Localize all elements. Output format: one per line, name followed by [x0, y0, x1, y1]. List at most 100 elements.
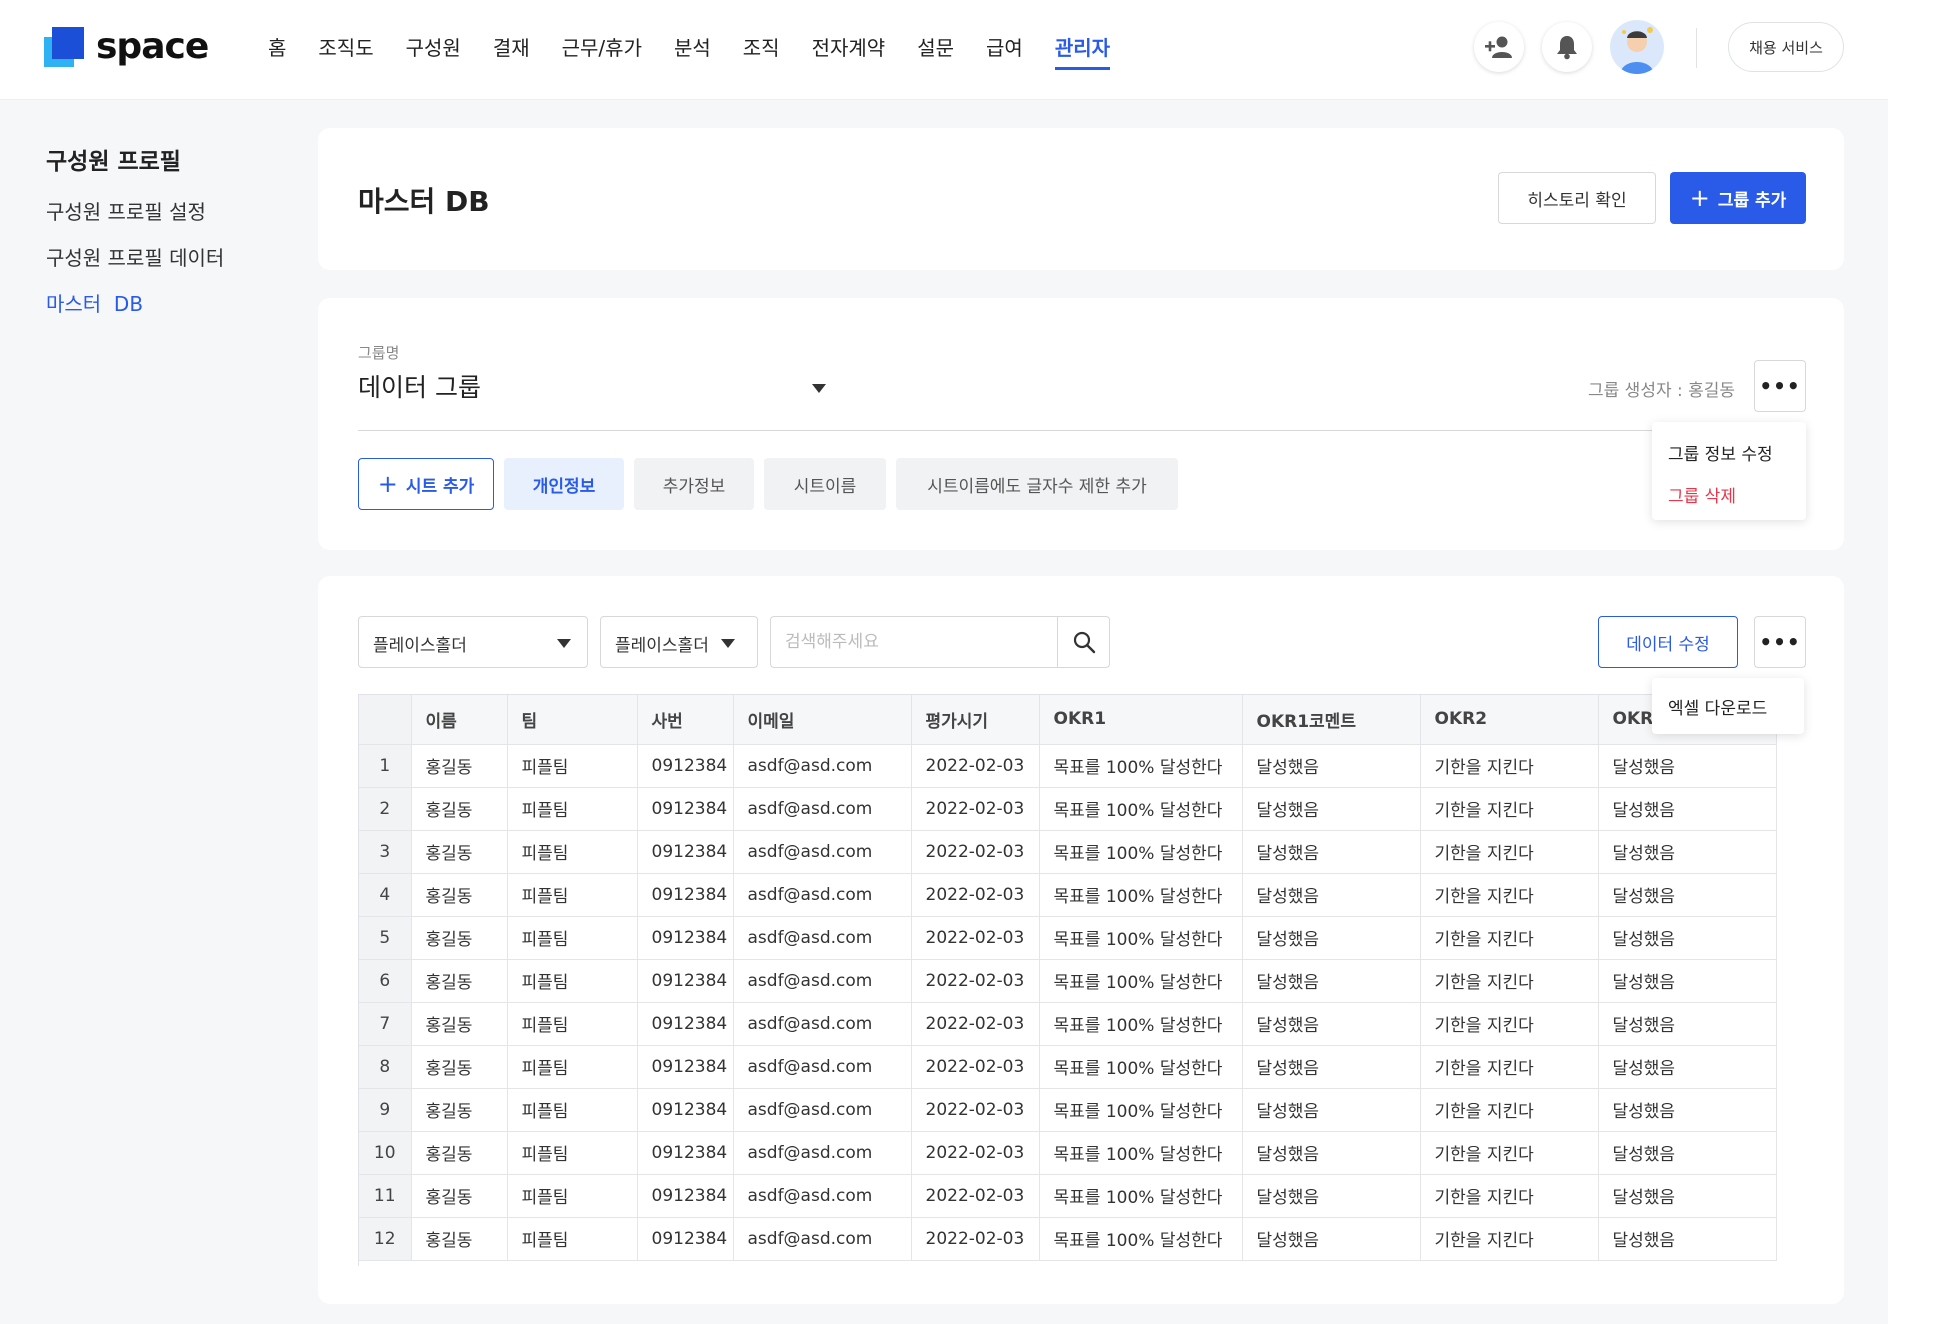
column-header[interactable]: 이름	[411, 695, 508, 745]
table-cell[interactable]: 달성했음	[1242, 1174, 1421, 1218]
table-cell[interactable]: 기한을 지킨다	[1420, 1088, 1599, 1132]
table-cell[interactable]: 달성했음	[1598, 916, 1777, 960]
table-cell[interactable]: 피플팀	[507, 1174, 638, 1218]
table-cell[interactable]: 2022-02-03	[911, 1088, 1040, 1132]
table-cell[interactable]: 달성했음	[1242, 1217, 1421, 1261]
table-cell[interactable]: 달성했음	[1598, 1131, 1777, 1175]
table-cell[interactable]: 달성했음	[1242, 744, 1421, 788]
table-cell[interactable]: 피플팀	[507, 787, 638, 831]
table-cell[interactable]: 0912384	[637, 1174, 734, 1218]
add-user-button[interactable]	[1474, 22, 1524, 72]
table-cell[interactable]: 0912384	[637, 1002, 734, 1046]
table-cell[interactable]: 0912384	[637, 916, 734, 960]
edit-data-button[interactable]: 데이터 수정	[1598, 616, 1738, 668]
table-cell[interactable]: 달성했음	[1598, 1045, 1777, 1089]
table-cell[interactable]: 목표를 100% 달성한다	[1039, 1217, 1243, 1261]
table-cell[interactable]: 홍길동	[411, 1002, 508, 1046]
table-cell[interactable]: 달성했음	[1242, 916, 1421, 960]
table-cell[interactable]: 홍길동	[411, 1131, 508, 1175]
column-header[interactable]: 이메일	[733, 695, 912, 745]
sidebar-item-profile-data[interactable]: 구성원 프로필 데이터	[46, 242, 224, 271]
table-cell[interactable]: 0912384	[637, 959, 734, 1003]
table-cell[interactable]: 2022-02-03	[911, 744, 1040, 788]
table-cell[interactable]: 달성했음	[1242, 1131, 1421, 1175]
table-cell[interactable]: 홍길동	[411, 916, 508, 960]
table-cell[interactable]: 달성했음	[1598, 830, 1777, 874]
table-cell[interactable]: 피플팀	[507, 916, 638, 960]
nav-item-members[interactable]: 구성원	[406, 32, 461, 70]
nav-item-survey[interactable]: 설문	[917, 32, 954, 70]
table-cell[interactable]: 기한을 지킨다	[1420, 959, 1599, 1003]
history-button[interactable]: 히스토리 확인	[1498, 172, 1656, 224]
table-cell[interactable]: 달성했음	[1598, 1088, 1777, 1132]
table-cell[interactable]: asdf@asd.com	[733, 1045, 912, 1089]
table-cell[interactable]: 피플팀	[507, 1088, 638, 1132]
sidebar-item-master-db[interactable]: 마스터 DB	[46, 288, 143, 317]
table-cell[interactable]: 달성했음	[1242, 1045, 1421, 1089]
table-cell[interactable]: 0912384	[637, 1131, 734, 1175]
filter-select-1[interactable]: 플레이스홀더	[358, 616, 588, 668]
nav-item-approval[interactable]: 결재	[493, 32, 530, 70]
nav-item-org-chart[interactable]: 조직도	[318, 32, 373, 70]
table-cell[interactable]: 달성했음	[1242, 873, 1421, 917]
table-cell[interactable]: 0912384	[637, 787, 734, 831]
table-cell[interactable]: asdf@asd.com	[733, 787, 912, 831]
table-cell[interactable]: 달성했음	[1598, 744, 1777, 788]
table-cell[interactable]: 기한을 지킨다	[1420, 873, 1599, 917]
table-cell[interactable]: 피플팀	[507, 830, 638, 874]
tab-personal-info[interactable]: 개인정보	[504, 458, 624, 510]
table-cell[interactable]: 기한을 지킨다	[1420, 1131, 1599, 1175]
table-cell[interactable]: 달성했음	[1242, 830, 1421, 874]
table-cell[interactable]: 피플팀	[507, 873, 638, 917]
table-cell[interactable]: 달성했음	[1598, 787, 1777, 831]
table-cell[interactable]: 달성했음	[1598, 873, 1777, 917]
table-cell[interactable]: 2022-02-03	[911, 1174, 1040, 1218]
table-cell[interactable]: asdf@asd.com	[733, 830, 912, 874]
nav-item-payroll[interactable]: 급여	[986, 32, 1023, 70]
table-cell[interactable]: asdf@asd.com	[733, 1088, 912, 1132]
tab-additional-info[interactable]: 추가정보	[634, 458, 754, 510]
table-cell[interactable]: 2022-02-03	[911, 1217, 1040, 1261]
table-cell[interactable]: 피플팀	[507, 1217, 638, 1261]
table-cell[interactable]: asdf@asd.com	[733, 1002, 912, 1046]
table-cell[interactable]: 홍길동	[411, 787, 508, 831]
sidebar-item-profile-settings[interactable]: 구성원 프로필 설정	[46, 196, 206, 225]
table-cell[interactable]: 피플팀	[507, 744, 638, 788]
group-select[interactable]: 데이터 그룹	[358, 368, 828, 410]
column-header[interactable]: 사번	[637, 695, 734, 745]
add-sheet-button[interactable]: + 시트 추가	[358, 458, 494, 510]
table-cell[interactable]: 기한을 지킨다	[1420, 830, 1599, 874]
nav-item-analytics[interactable]: 분석	[674, 32, 711, 70]
excel-download-item[interactable]: 엑셀 다운로드	[1668, 694, 1767, 719]
table-cell[interactable]: 홍길동	[411, 873, 508, 917]
table-cell[interactable]: 달성했음	[1598, 1174, 1777, 1218]
table-cell[interactable]: 2022-02-03	[911, 873, 1040, 917]
table-cell[interactable]: 홍길동	[411, 1174, 508, 1218]
table-cell[interactable]: 0912384	[637, 1217, 734, 1261]
table-cell[interactable]: 피플팀	[507, 959, 638, 1003]
tab-sheet-name[interactable]: 시트이름	[764, 458, 886, 510]
table-cell[interactable]: 기한을 지킨다	[1420, 1045, 1599, 1089]
column-header[interactable]: 평가시기	[911, 695, 1040, 745]
table-cell[interactable]: 목표를 100% 달성한다	[1039, 1045, 1243, 1089]
table-more-button[interactable]: •••	[1754, 616, 1806, 668]
table-cell[interactable]: 2022-02-03	[911, 787, 1040, 831]
add-group-button[interactable]: + 그룹 추가	[1670, 172, 1806, 224]
table-cell[interactable]: 달성했음	[1598, 959, 1777, 1003]
table-cell[interactable]: 달성했음	[1598, 1217, 1777, 1261]
column-header[interactable]: OKR1코멘트	[1242, 695, 1421, 745]
table-cell[interactable]: 기한을 지킨다	[1420, 787, 1599, 831]
table-cell[interactable]: 목표를 100% 달성한다	[1039, 916, 1243, 960]
table-cell[interactable]: 목표를 100% 달성한다	[1039, 787, 1243, 831]
search-button[interactable]	[1057, 617, 1109, 667]
table-cell[interactable]: 기한을 지킨다	[1420, 744, 1599, 788]
avatar[interactable]	[1610, 20, 1664, 74]
table-cell[interactable]: 달성했음	[1598, 1002, 1777, 1046]
table-cell[interactable]: 0912384	[637, 744, 734, 788]
table-cell[interactable]: 기한을 지킨다	[1420, 916, 1599, 960]
column-header[interactable]: OKR1	[1039, 695, 1243, 745]
table-cell[interactable]: 목표를 100% 달성한다	[1039, 1088, 1243, 1132]
table-cell[interactable]: 달성했음	[1242, 959, 1421, 1003]
group-more-button[interactable]: •••	[1754, 360, 1806, 412]
table-cell[interactable]: 0912384	[637, 830, 734, 874]
